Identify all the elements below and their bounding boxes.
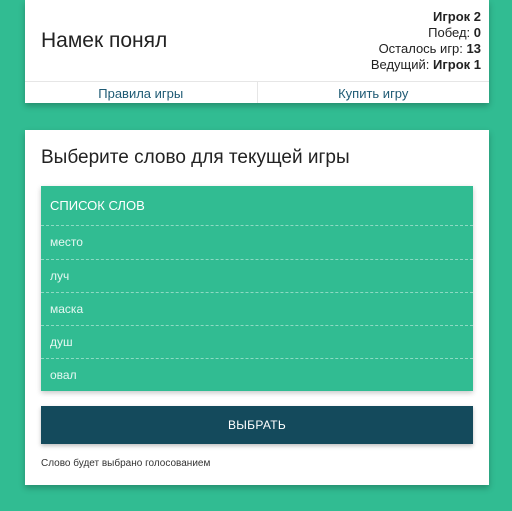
word-item[interactable]: маска (41, 292, 473, 325)
word-list-header: Список слов (41, 186, 473, 226)
wins-label: Побед: (428, 25, 471, 40)
voting-note: Слово будет выбрано голосованием (41, 458, 211, 469)
word-item[interactable]: овал (41, 358, 473, 391)
game-header-top: Намек понял Игрок 2 Побед: 0 Осталось иг… (25, 0, 489, 82)
player-name: Игрок 2 (433, 9, 481, 24)
player-name-line: Игрок 2 (371, 9, 481, 25)
word-item[interactable]: душ (41, 325, 473, 358)
host-label: Ведущий: (370, 57, 430, 72)
choose-button[interactable]: Выбрать (41, 406, 473, 444)
word-list: Список слов место луч маска душ овал (41, 186, 473, 391)
wins-value: 0 (473, 25, 481, 40)
game-title: Намек понял (41, 29, 168, 52)
host-value: Игрок 1 (433, 57, 481, 72)
buy-game-link[interactable]: Купить игру (256, 82, 490, 103)
games-left-label: Осталось игр: (378, 41, 463, 56)
wins-line: Побед: 0 (371, 25, 481, 41)
host-line: Ведущий: Игрок 1 (371, 57, 481, 73)
game-header-card: Намек понял Игрок 2 Побед: 0 Осталось иг… (25, 0, 489, 103)
header-links: Правила игры Купить игру (25, 82, 489, 103)
games-left-line: Осталось игр: 13 (371, 41, 481, 57)
word-selection-title: Выберите слово для текущей игры (41, 147, 350, 168)
word-selection-card: Выберите слово для текущей игры Список с… (25, 130, 489, 485)
games-left-value: 13 (466, 41, 481, 56)
rules-link[interactable]: Правила игры (25, 82, 257, 103)
word-item[interactable]: луч (41, 259, 473, 292)
player-stats: Игрок 2 Побед: 0 Осталось игр: 13 Ведущи… (371, 9, 481, 73)
word-item[interactable]: место (41, 226, 473, 259)
